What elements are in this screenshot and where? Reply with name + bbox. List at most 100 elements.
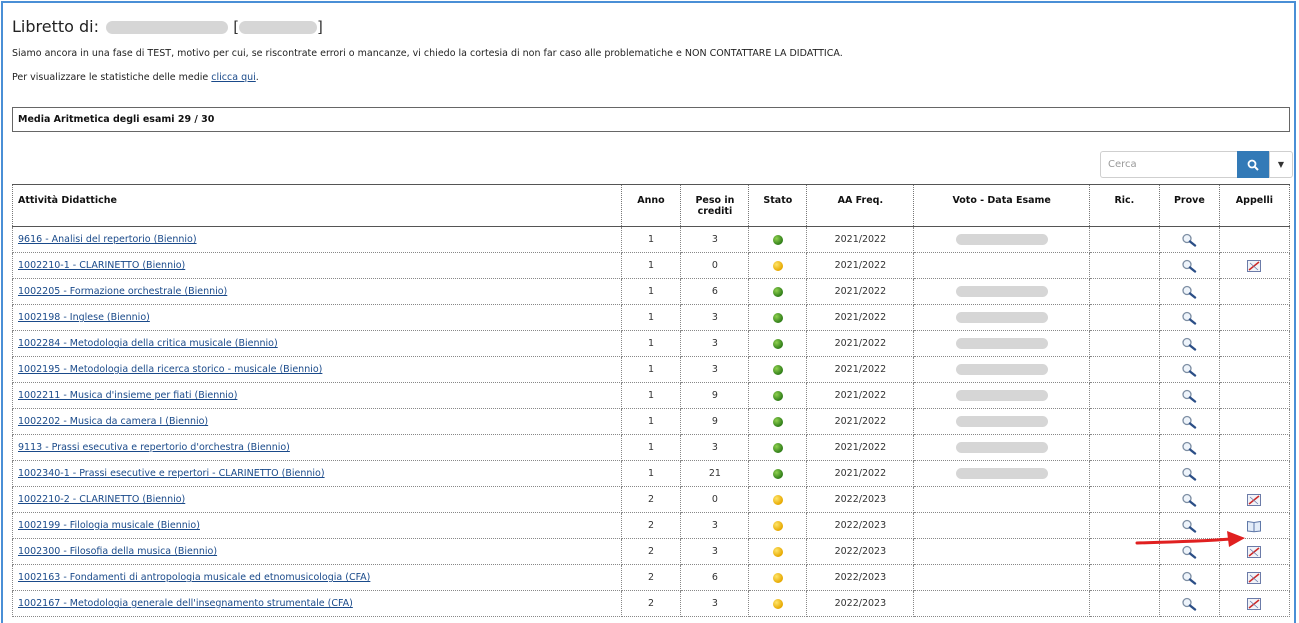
cell-appelli[interactable] [1218, 278, 1291, 305]
table-row[interactable]: 1002199 - Filologia musicale (Biennio) 2 3… [12, 512, 1291, 539]
cell-appelli[interactable] [1218, 304, 1291, 331]
course-link[interactable]: 1002195 - Metodologia della ricerca stor… [18, 364, 322, 375]
no-appelli-icon [1247, 597, 1262, 610]
course-link[interactable]: 1002210-2 - CLARINETTO (Biennio) [18, 494, 185, 505]
col-header-crediti[interactable]: Peso in crediti [680, 184, 750, 227]
course-link[interactable]: 9616 - Analisi del repertorio (Biennio) [18, 234, 197, 245]
cell-prove[interactable] [1158, 330, 1220, 357]
status-dot-icon [772, 416, 783, 427]
course-link[interactable]: 1002199 - Filologia musicale (Biennio) [18, 520, 200, 531]
cell-voto [913, 460, 1090, 487]
cell-appelli[interactable] [1218, 330, 1291, 357]
cell-attivita: 1002202 - Musica da camera I (Biennio) [12, 408, 622, 435]
cell-anno: 1 [620, 408, 682, 435]
cell-prove[interactable] [1158, 486, 1220, 513]
cell-prove[interactable] [1158, 278, 1220, 305]
cell-prove[interactable] [1158, 590, 1220, 617]
table-row[interactable]: 1002202 - Musica da camera I (Biennio) 1 9… [12, 408, 1291, 435]
cell-crediti: 3 [680, 356, 750, 383]
table-row[interactable]: 1002167 - Metodologia generale dell'inse… [12, 590, 1291, 617]
table-row[interactable]: 1002300 - Filosofia della musica (Bienni… [12, 538, 1291, 565]
table-row[interactable]: 1002163 - Fondamenti di antropologia mus… [12, 564, 1291, 591]
search-button[interactable] [1237, 151, 1269, 178]
cell-prove[interactable] [1158, 434, 1220, 461]
table-row[interactable]: 1002210-1 - CLARINETTO (Biennio) 1 0 2021/2… [12, 252, 1291, 279]
cell-anno: 1 [620, 356, 682, 383]
magnifier-icon [1182, 597, 1197, 611]
cell-aa-freq: 2021/2022 [806, 304, 915, 331]
col-header-appelli[interactable]: Appelli [1218, 184, 1291, 227]
cell-appelli[interactable] [1218, 226, 1291, 253]
page-title: Libretto di: [] [12, 17, 323, 36]
course-link[interactable]: 1002198 - Inglese (Biennio) [18, 312, 150, 323]
status-dot-icon [772, 468, 783, 479]
cell-aa-freq: 2021/2022 [806, 278, 915, 305]
course-link[interactable]: 1002210-1 - CLARINETTO (Biennio) [18, 260, 185, 271]
cell-appelli[interactable] [1218, 252, 1291, 279]
cell-prove[interactable] [1158, 408, 1220, 435]
course-link[interactable]: 1002163 - Fondamenti di antropologia mus… [18, 572, 370, 583]
cell-attivita: 1002167 - Metodologia generale dell'inse… [12, 590, 622, 617]
col-header-voto[interactable]: Voto - Data Esame [913, 184, 1090, 227]
cell-appelli[interactable] [1218, 434, 1291, 461]
status-dot-icon [772, 598, 783, 609]
course-link[interactable]: 1002211 - Musica d'insieme per fiati (Bi… [18, 390, 237, 401]
col-header-ric[interactable]: Ric. [1088, 184, 1160, 227]
course-link[interactable]: 1002205 - Formazione orchestrale (Bienni… [18, 286, 227, 297]
cell-ric [1088, 486, 1160, 513]
col-header-attivita[interactable]: Attività Didattiche [12, 184, 622, 227]
cell-voto [913, 512, 1090, 539]
table-row[interactable]: 1002284 - Metodologia della critica musi… [12, 330, 1291, 357]
search-input[interactable] [1100, 151, 1237, 178]
no-appelli-icon [1247, 259, 1262, 272]
table-row[interactable]: 1002210-2 - CLARINETTO (Biennio) 2 0 2022/2… [12, 486, 1291, 513]
libretto-panel: Libretto di: [] Siamo ancora in una fase… [1, 1, 1296, 623]
cell-stato [748, 330, 808, 357]
table-row[interactable]: 1002211 - Musica d'insieme per fiati (Bi… [12, 382, 1291, 409]
cell-voto [913, 330, 1090, 357]
col-header-prove[interactable]: Prove [1158, 184, 1220, 227]
cell-appelli[interactable] [1218, 590, 1291, 617]
course-link[interactable]: 1002340-1 - Prassi esecutive e repertori… [18, 468, 325, 479]
cell-ric [1088, 330, 1160, 357]
course-link[interactable]: 9113 - Prassi esecutiva e repertorio d'o… [18, 442, 290, 453]
table-row[interactable]: 1002340-1 - Prassi esecutive e repertori… [12, 460, 1291, 487]
cell-voto [913, 486, 1090, 513]
course-link[interactable]: 1002300 - Filosofia della musica (Bienni… [18, 546, 217, 557]
cell-crediti: 6 [680, 278, 750, 305]
cell-appelli[interactable] [1218, 356, 1291, 383]
cell-prove[interactable] [1158, 304, 1220, 331]
cell-prove[interactable] [1158, 460, 1220, 487]
col-header-aa-freq[interactable]: AA Freq. [806, 184, 915, 227]
table-row[interactable]: 9616 - Analisi del repertorio (Biennio) 1… [12, 226, 1291, 253]
cell-prove[interactable] [1158, 252, 1220, 279]
cell-prove[interactable] [1158, 382, 1220, 409]
cell-crediti: 0 [680, 252, 750, 279]
cell-appelli[interactable] [1218, 486, 1291, 513]
cell-prove[interactable] [1158, 564, 1220, 591]
cell-stato [748, 460, 808, 487]
cell-anno: 1 [620, 252, 682, 279]
cell-aa-freq: 2022/2023 [806, 590, 915, 617]
col-header-anno[interactable]: Anno [620, 184, 682, 227]
stats-link[interactable]: clicca qui [211, 72, 255, 83]
table-row[interactable]: 1002195 - Metodologia della ricerca stor… [12, 356, 1291, 383]
cell-stato [748, 512, 808, 539]
table-row[interactable]: 1002205 - Formazione orchestrale (Bienni… [12, 278, 1291, 305]
cell-crediti: 3 [680, 538, 750, 565]
cell-prove[interactable] [1158, 226, 1220, 253]
cell-appelli[interactable] [1218, 460, 1291, 487]
search-options-dropdown[interactable]: ▼ [1269, 151, 1293, 178]
cell-appelli[interactable] [1218, 408, 1291, 435]
col-header-stato[interactable]: Stato [748, 184, 808, 227]
course-link[interactable]: 1002284 - Metodologia della critica musi… [18, 338, 278, 349]
table-header-row: Attività Didattiche Anno Peso in crediti… [12, 184, 1291, 227]
table-row[interactable]: 9113 - Prassi esecutiva e repertorio d'o… [12, 434, 1291, 461]
cell-anno: 1 [620, 278, 682, 305]
course-link[interactable]: 1002167 - Metodologia generale dell'inse… [18, 598, 353, 609]
course-link[interactable]: 1002202 - Musica da camera I (Biennio) [18, 416, 208, 427]
cell-appelli[interactable] [1218, 564, 1291, 591]
table-row[interactable]: 1002198 - Inglese (Biennio) 1 3 2021/2022 [12, 304, 1291, 331]
cell-appelli[interactable] [1218, 382, 1291, 409]
cell-prove[interactable] [1158, 356, 1220, 383]
